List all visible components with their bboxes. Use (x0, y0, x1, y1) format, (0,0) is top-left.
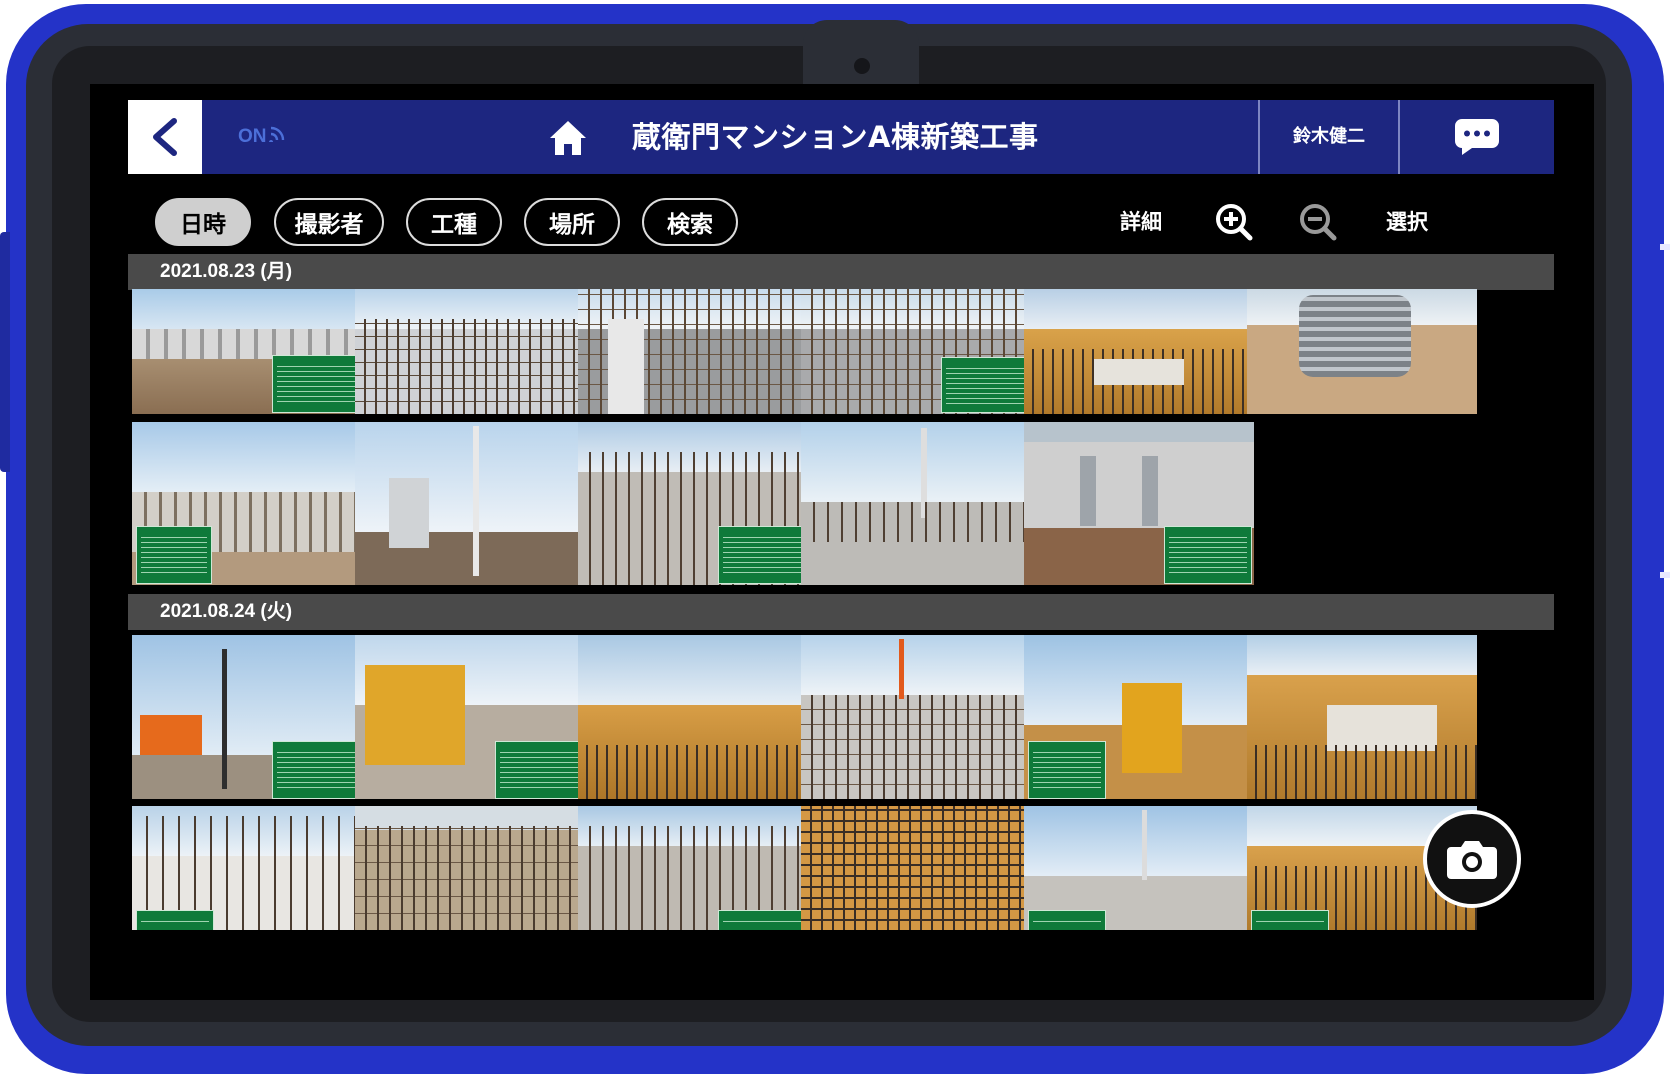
chevron-left-icon (153, 118, 177, 156)
app-header: ON 蔵衛門マンションA棟新築工事 鈴木健二 (128, 100, 1554, 174)
photo-thumbnail[interactable] (1024, 806, 1254, 930)
photo-thumbnail[interactable] (801, 422, 1031, 585)
photo-thumbnail[interactable] (801, 806, 1031, 930)
photo-thumbnail[interactable] (578, 289, 808, 414)
camera-notch (803, 20, 919, 84)
connection-status: ON (238, 100, 287, 174)
filter-date-button[interactable]: 日時 (155, 198, 251, 246)
zoom-out-icon[interactable] (1298, 202, 1338, 242)
photo-thumbnail[interactable] (1247, 635, 1477, 799)
zoom-in-icon[interactable] (1214, 202, 1254, 242)
select-button[interactable]: 選択 (1386, 198, 1428, 246)
date-header: 2021.08.24 (火) (128, 594, 1554, 630)
photo-thumbnail[interactable] (578, 422, 808, 585)
tablet-side-mark (1660, 572, 1670, 578)
photo-thumbnail[interactable] (132, 422, 362, 585)
front-camera-lens (854, 58, 870, 74)
detail-button[interactable]: 詳細 (1120, 198, 1162, 246)
photo-thumbnail[interactable] (801, 289, 1031, 414)
photo-thumbnail[interactable] (801, 635, 1031, 799)
photo-thumbnail[interactable] (355, 635, 585, 799)
connection-status-label: ON (238, 126, 267, 147)
photo-thumbnail[interactable] (578, 635, 808, 799)
wifi-signal-icon (268, 126, 284, 142)
photo-thumbnail[interactable] (578, 806, 808, 930)
date-header: 2021.08.23 (月) (128, 254, 1554, 290)
photo-thumbnail[interactable] (355, 422, 585, 585)
photo-thumbnail[interactable] (1024, 289, 1254, 414)
back-button[interactable] (128, 100, 202, 174)
home-icon[interactable] (548, 118, 588, 158)
photo-thumbnail[interactable] (355, 806, 585, 930)
app-screen: ON 蔵衛門マンションA棟新築工事 鈴木健二 日時 撮影者 工種 場所 検索 詳… (90, 84, 1594, 1000)
photo-thumbnail[interactable] (1247, 289, 1477, 414)
filter-photographer-button[interactable]: 撮影者 (274, 198, 384, 246)
photo-thumbnail[interactable] (1024, 635, 1254, 799)
project-title: 蔵衛門マンションA棟新築工事 (632, 120, 1039, 154)
camera-button[interactable] (1423, 810, 1521, 908)
search-button[interactable]: 検索 (642, 198, 738, 246)
photo-thumbnail[interactable] (355, 289, 585, 414)
chat-bubble-icon (1455, 119, 1499, 155)
tablet-side-button (0, 232, 10, 472)
photo-thumbnail[interactable] (132, 289, 362, 414)
user-name[interactable]: 鈴木健二 (1260, 100, 1398, 174)
photo-thumbnail[interactable] (132, 806, 362, 930)
tablet-side-mark (1660, 244, 1670, 250)
filter-work-type-button[interactable]: 工種 (406, 198, 502, 246)
photo-thumbnail[interactable] (1024, 422, 1254, 585)
camera-icon (1447, 841, 1497, 879)
photo-thumbnail[interactable] (132, 635, 362, 799)
filter-location-button[interactable]: 場所 (524, 198, 620, 246)
chat-button[interactable] (1400, 100, 1554, 174)
